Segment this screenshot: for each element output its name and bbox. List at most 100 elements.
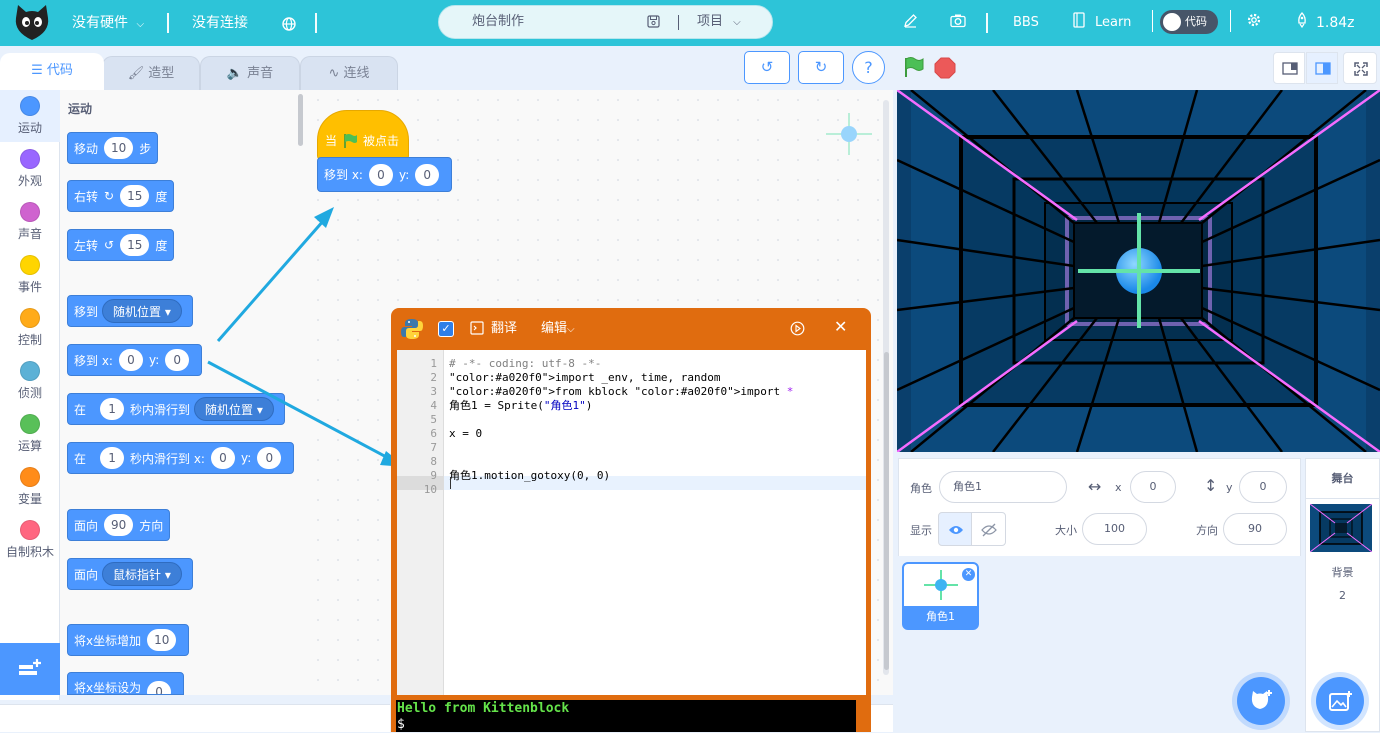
category-label: 控制 xyxy=(17,333,42,347)
code-line: "color:#a020f0">import _env, time, rando… xyxy=(449,371,721,384)
block-input[interactable]: 15 xyxy=(120,185,150,207)
block-dropdown[interactable]: 随机位置 ▾ xyxy=(102,299,182,323)
block-input[interactable]: 10 xyxy=(147,629,177,651)
wire-icon: ∿ xyxy=(328,66,340,81)
terminal-icon xyxy=(470,321,484,335)
block-input-y[interactable]: 0 xyxy=(165,349,190,371)
block-turn-left[interactable]: 左转 ↺ 15 度 xyxy=(67,229,175,261)
tab-sounds[interactable]: 🔈 声音 xyxy=(200,56,300,92)
block-input[interactable]: 15 xyxy=(120,234,150,256)
hardware-menu[interactable]: 没有硬件 ⌵ xyxy=(72,0,144,46)
block-input-x[interactable]: 0 xyxy=(118,349,143,371)
learn-link[interactable]: Learn xyxy=(1095,0,1131,46)
undo-button[interactable]: ↺ xyxy=(744,51,790,84)
block-input[interactable]: 90 xyxy=(104,514,134,536)
project-name-input[interactable]: 炮台制作 xyxy=(472,6,524,38)
sprite-thumbnail[interactable]: 角色1 ✕ xyxy=(902,562,979,630)
normal-stage-button[interactable] xyxy=(1306,52,1338,84)
size-input[interactable]: 100 xyxy=(1082,513,1147,545)
category-item[interactable]: 事件 xyxy=(0,249,60,302)
block-when-flag-clicked[interactable]: 当 被点击 xyxy=(317,110,409,160)
gear-icon[interactable] xyxy=(1246,12,1262,28)
block-input-y[interactable]: 0 xyxy=(415,163,440,186)
stage-canvas[interactable] xyxy=(897,90,1380,452)
script-scrollbar[interactable] xyxy=(884,352,889,670)
block-text: 将x坐标设为 xyxy=(74,681,142,695)
block-goto-xy-script[interactable]: 移到 x: 0 y: 0 xyxy=(317,157,453,192)
block-text: y: xyxy=(148,353,160,367)
save-icon[interactable] xyxy=(647,15,660,28)
block-set-x[interactable]: 将x坐标设为 0 xyxy=(67,672,185,695)
category-item[interactable]: 外观 xyxy=(0,143,60,196)
category-item[interactable]: 侦测 xyxy=(0,355,60,408)
category-item[interactable]: 声音 xyxy=(0,196,60,249)
translate-button[interactable]: 翻译 xyxy=(491,308,517,350)
x-position-input[interactable]: 0 xyxy=(1130,471,1176,503)
block-input[interactable]: 10 xyxy=(104,137,134,159)
block-text: 在 xyxy=(74,402,87,417)
connection-menu[interactable]: 没有连接 xyxy=(192,0,248,46)
green-flag-icon[interactable] xyxy=(902,56,924,78)
pen-icon[interactable] xyxy=(903,13,918,28)
backdrop-count: 2 xyxy=(1339,589,1346,602)
block-turn-right[interactable]: 右转 ↻ 15 度 xyxy=(67,180,175,212)
block-move-steps[interactable]: 移动 10 步 xyxy=(67,132,159,164)
small-stage-button[interactable] xyxy=(1273,52,1305,84)
category-color-icon xyxy=(20,361,40,381)
block-goto-xy[interactable]: 移到 x: 0 y: 0 xyxy=(67,344,203,376)
block-point-direction[interactable]: 面向 90 方向 xyxy=(67,509,171,541)
close-icon[interactable]: ✕ xyxy=(834,317,847,336)
category-label: 运动 xyxy=(17,121,42,135)
category-item[interactable]: 控制 xyxy=(0,302,60,355)
tab-code[interactable]: ☰ 代码 xyxy=(0,53,104,91)
tab-wiring[interactable]: ∿ 连线 xyxy=(300,56,398,92)
palette-scrollbar[interactable] xyxy=(298,94,303,146)
category-label: 外观 xyxy=(17,174,42,188)
category-label: 事件 xyxy=(17,280,42,294)
output-console: Hello from Kittenblock $ xyxy=(396,700,856,732)
sprite-turret[interactable] xyxy=(1078,213,1200,328)
delete-sprite-icon[interactable]: ✕ xyxy=(962,568,975,581)
camera-icon[interactable] xyxy=(950,13,966,28)
code-editor[interactable]: 1 2 3 4 5 6 7 8 9 10 # -*- coding: utf-8 -*- "colo… xyxy=(397,350,866,695)
category-item[interactable]: 变量 xyxy=(0,461,60,514)
hide-sprite-button[interactable] xyxy=(971,512,1006,546)
block-input[interactable]: 1 xyxy=(100,447,125,469)
vertical-arrows-icon: ↕ xyxy=(1204,476,1218,495)
category-item[interactable]: 运动 xyxy=(0,90,60,143)
project-menu[interactable]: 项目 ⌵ xyxy=(697,6,741,38)
sprite-name-input[interactable]: 角色1 xyxy=(939,471,1067,503)
bbs-link[interactable]: BBS xyxy=(1013,0,1039,46)
block-text: 在 xyxy=(74,451,87,466)
sync-checkbox[interactable]: ✓ xyxy=(438,321,454,337)
category-item[interactable]: 运算 xyxy=(0,408,60,461)
kittenblock-logo[interactable] xyxy=(12,2,52,44)
block-dropdown[interactable]: 鼠标指针 ▾ xyxy=(102,562,182,586)
help-button[interactable]: ? xyxy=(852,51,885,84)
run-icon[interactable] xyxy=(790,321,805,336)
block-change-x[interactable]: 将x坐标增加 10 xyxy=(67,624,190,656)
stop-icon[interactable] xyxy=(934,57,956,79)
add-sprite-button[interactable] xyxy=(1237,677,1285,725)
add-backdrop-button[interactable] xyxy=(1316,677,1364,725)
category-item[interactable]: 自制积木 xyxy=(0,514,60,567)
text-cursor xyxy=(450,477,451,489)
code-line: # -*- coding: utf-8 -*- xyxy=(449,357,602,370)
redo-button[interactable]: ↻ xyxy=(798,51,844,84)
edit-menu[interactable]: 编辑⌵ xyxy=(541,308,575,350)
block-input-x[interactable]: 0 xyxy=(368,163,393,186)
block-goto[interactable]: 移到 随机位置 ▾ xyxy=(67,295,193,327)
direction-input[interactable]: 90 xyxy=(1223,513,1287,545)
sprite-thumbnail-image xyxy=(924,570,958,600)
block-input[interactable]: 1 xyxy=(100,398,125,420)
globe-icon[interactable] xyxy=(282,17,296,31)
block-text: 方向 xyxy=(139,518,164,533)
fullscreen-button[interactable] xyxy=(1343,52,1377,84)
extension-button[interactable] xyxy=(0,643,60,695)
block-input[interactable]: 0 xyxy=(147,681,172,694)
show-sprite-button[interactable] xyxy=(938,512,972,546)
code-toggle[interactable]: 代码 xyxy=(1160,10,1218,34)
block-point-towards[interactable]: 面向 鼠标指针 ▾ xyxy=(67,558,193,590)
tab-costumes[interactable]: 🖌 造型 xyxy=(102,56,200,92)
y-position-input[interactable]: 0 xyxy=(1239,471,1287,503)
